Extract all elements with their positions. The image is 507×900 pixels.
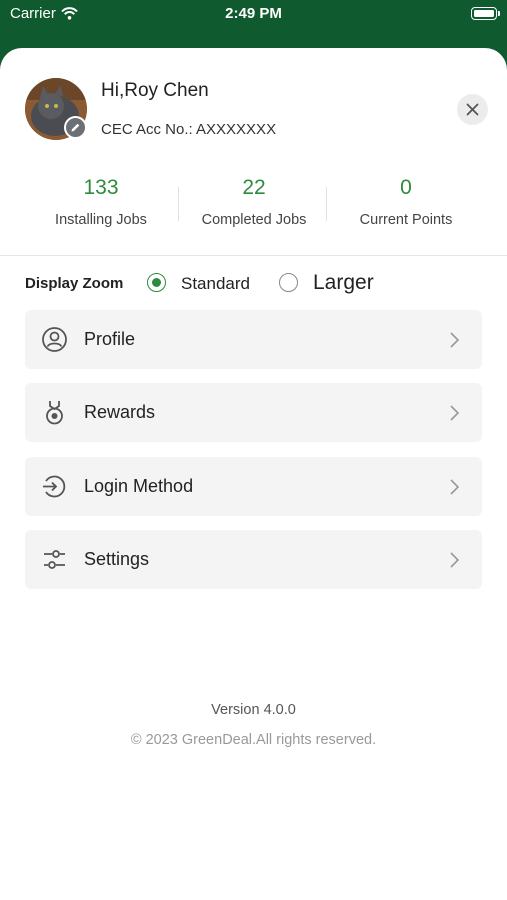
- stat-value: 22: [242, 176, 266, 199]
- stat-current-points[interactable]: 0 Current Points: [330, 173, 482, 228]
- menu-item-label: Rewards: [84, 402, 156, 422]
- stat-label: Completed Jobs: [201, 212, 307, 228]
- chevron-right-icon: [450, 479, 460, 495]
- menu-item-label: Profile: [84, 329, 136, 349]
- close-icon: [466, 103, 479, 116]
- copyright: © 2023 GreenDeal.All rights reserved.: [130, 732, 377, 748]
- sliders-icon: [44, 550, 65, 569]
- battery-icon: [471, 7, 500, 20]
- menu-item-label: Login Method: [84, 476, 194, 496]
- status-bar: Carrier 2:49 PM: [0, 0, 507, 50]
- chevron-right-icon: [450, 552, 460, 568]
- user-circle-icon: [42, 327, 67, 352]
- stat-installing-jobs[interactable]: 133 Installing Jobs: [25, 173, 177, 228]
- login-icon: [43, 475, 66, 498]
- edit-avatar-button[interactable]: [64, 116, 87, 139]
- stat-label: Current Points: [359, 212, 453, 228]
- menu-item-login-method[interactable]: Login Method: [25, 457, 482, 516]
- pencil-icon: [71, 123, 80, 132]
- status-time: 2:49 PM: [225, 5, 282, 22]
- divider: [0, 255, 507, 256]
- stat-label: Installing Jobs: [55, 212, 147, 228]
- option-standard-label[interactable]: Standard: [181, 274, 250, 294]
- stat-completed-jobs[interactable]: 22 Completed Jobs: [178, 173, 330, 228]
- menu-item-settings[interactable]: Settings: [25, 530, 482, 589]
- menu-item-profile[interactable]: Profile: [25, 310, 482, 369]
- menu-item-rewards[interactable]: Rewards: [25, 383, 482, 442]
- stat-value: 133: [83, 176, 119, 199]
- radio-standard[interactable]: [147, 273, 166, 292]
- radio-larger[interactable]: [279, 273, 298, 292]
- medal-icon: [46, 401, 63, 425]
- app-version: Version 4.0.0: [211, 702, 296, 718]
- chevron-right-icon: [450, 332, 460, 348]
- account-number: CEC Acc No.: AXXXXXXX: [101, 121, 277, 138]
- greeting: Hi,Roy Chen: [101, 80, 209, 101]
- option-larger-label[interactable]: Larger: [313, 271, 374, 295]
- stat-value: 0: [400, 176, 412, 199]
- menu-sheet: Hi,Roy Chen CEC Acc No.: AXXXXXXX 133 In…: [0, 48, 507, 900]
- close-button[interactable]: [457, 94, 488, 125]
- stats-row: 133 Installing Jobs 22 Completed Jobs 0 …: [25, 173, 482, 238]
- menu-item-label: Settings: [84, 549, 150, 569]
- display-zoom-label: Display Zoom: [25, 275, 124, 292]
- display-zoom: Display Zoom Standard Larger: [25, 270, 485, 296]
- chevron-right-icon: [450, 405, 460, 421]
- stat-divider: [326, 187, 327, 221]
